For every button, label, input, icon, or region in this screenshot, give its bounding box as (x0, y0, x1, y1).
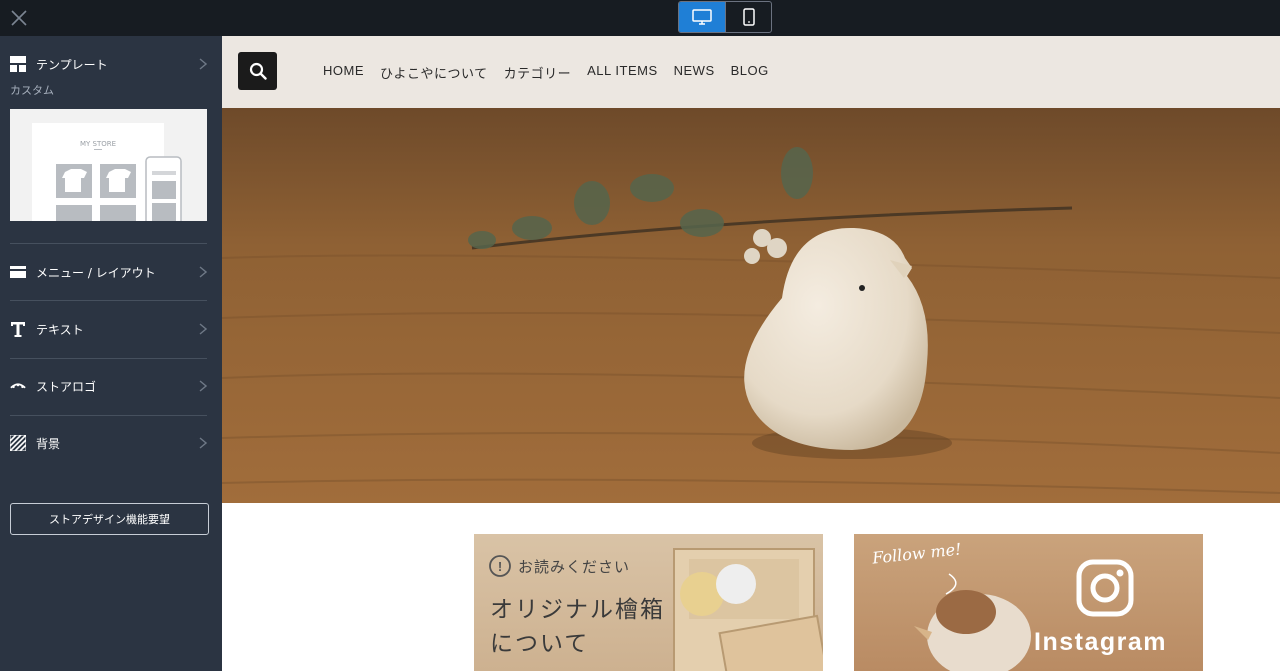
close-icon[interactable] (8, 7, 30, 29)
sidebar-divider (10, 358, 207, 359)
banner-title-line1: オリジナル檜箱 (490, 597, 665, 623)
background-icon (10, 435, 26, 451)
svg-text:!: ! (498, 559, 502, 574)
thumb-store-title: MY STORE (80, 140, 116, 148)
sidebar-divider (10, 415, 207, 416)
search-icon (249, 62, 267, 80)
nav-home[interactable]: HOME (323, 63, 364, 82)
sidebar-item-label: メニュー / レイアウト (36, 265, 156, 280)
sidebar-item-store-logo[interactable]: ストアロゴ (10, 376, 207, 396)
sidebar-item-label: ストアロゴ (36, 379, 97, 394)
mobile-view-button[interactable] (725, 2, 771, 32)
banner-instagram-label: Instagram (1034, 628, 1167, 656)
design-feature-request-button[interactable]: ストアデザイン機能要望 (10, 503, 209, 535)
chevron-right-icon (199, 323, 207, 335)
chevron-right-icon (199, 58, 207, 70)
banner-title-line2: について (490, 631, 590, 657)
chevron-right-icon (199, 266, 207, 278)
text-icon (10, 321, 26, 337)
device-toggle (678, 1, 772, 33)
nav-category[interactable]: カテゴリー (504, 63, 572, 82)
editor-toolbar (0, 0, 1280, 36)
desktop-icon (692, 9, 712, 25)
nav-news[interactable]: NEWS (674, 63, 715, 82)
sidebar-divider (10, 243, 207, 244)
sidebar-item-label: テンプレート (36, 57, 108, 72)
chevron-right-icon (199, 380, 207, 392)
site-header: HOME ひよこやについて カテゴリー ALL ITEMS NEWS BLOG (222, 36, 1280, 108)
site-nav: HOME ひよこやについて カテゴリー ALL ITEMS NEWS BLOG (323, 63, 785, 82)
template-icon (10, 56, 26, 72)
nav-all-items[interactable]: ALL ITEMS (587, 63, 657, 82)
banner-instagram[interactable]: Follow me! Instagram (854, 534, 1203, 671)
mobile-icon (742, 8, 755, 26)
banner-notice-text: お読みください (518, 558, 631, 576)
nav-blog[interactable]: BLOG (731, 63, 769, 82)
sidebar-item-menu-layout[interactable]: メニュー / レイアウト (10, 262, 207, 282)
logo-icon (10, 378, 26, 394)
desktop-view-button[interactable] (679, 2, 725, 32)
sidebar-divider (10, 300, 207, 301)
sidebar-item-text[interactable]: テキスト (10, 319, 207, 339)
sidebar-item-label: 背景 (36, 436, 61, 451)
sidebar-item-label: テキスト (36, 322, 84, 337)
template-current-name: カスタム (10, 84, 54, 97)
hero-image (222, 108, 1280, 503)
banner-original-box[interactable]: ! お読みください オリジナル檜箱 について (474, 534, 823, 671)
sidebar-item-template[interactable]: テンプレート (10, 54, 207, 74)
menu-layout-icon (10, 264, 26, 280)
sidebar-item-background[interactable]: 背景 (10, 433, 207, 453)
search-button[interactable] (238, 52, 277, 90)
nav-about[interactable]: ひよこやについて (380, 63, 488, 82)
chevron-right-icon (199, 437, 207, 449)
design-sidebar: テンプレート カスタム MY STORE メニュー / レイアウト テキスト ス… (0, 36, 222, 671)
template-preview-thumbnail[interactable]: MY STORE (10, 109, 207, 221)
store-preview: HOME ひよこやについて カテゴリー ALL ITEMS NEWS BLOG (222, 36, 1280, 671)
